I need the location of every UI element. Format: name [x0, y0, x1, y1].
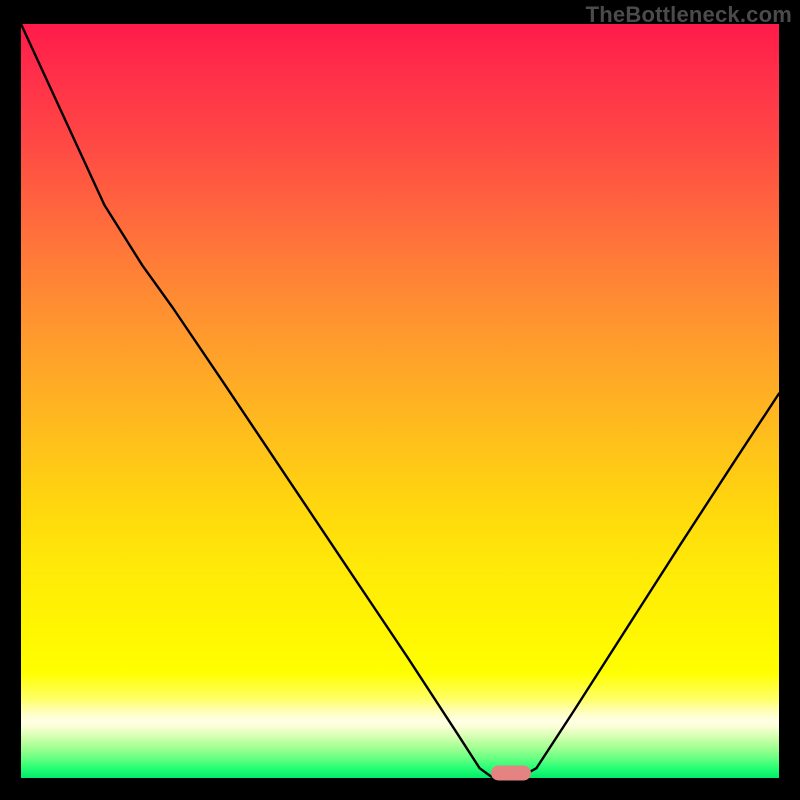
curve-line: [21, 24, 779, 777]
chart-frame: TheBottleneck.com: [0, 0, 800, 800]
optimal-marker: [491, 766, 531, 781]
bottleneck-curve: [21, 24, 779, 778]
plot-area: [21, 24, 779, 778]
watermark-text: TheBottleneck.com: [586, 2, 792, 28]
